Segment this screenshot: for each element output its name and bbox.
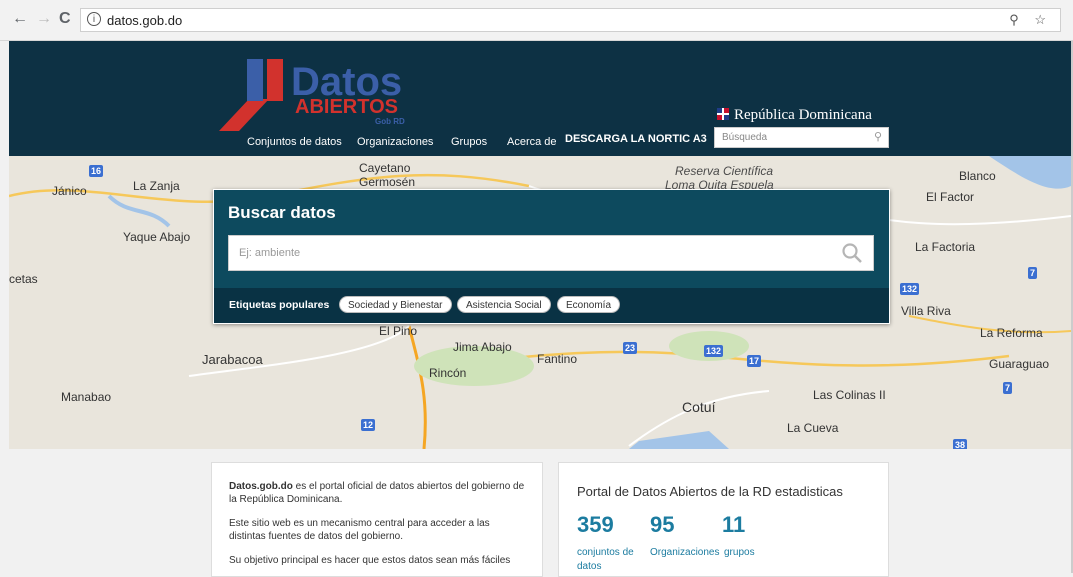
logo-blue-bar — [247, 59, 263, 101]
search-panel-title: Buscar datos — [228, 203, 336, 222]
flag-icon — [717, 108, 729, 120]
map-label: Blanco — [959, 169, 996, 183]
header-search-placeholder: Búsqueda — [722, 132, 768, 143]
logo-gobrd-text: Gob RD — [375, 117, 405, 126]
republica-dominicana-brand[interactable]: República Dominicana — [717, 107, 872, 124]
reload-button[interactable]: C — [59, 10, 71, 28]
highway-shield: 17 — [747, 355, 762, 367]
stat-orgs-label[interactable]: Organizaciones — [650, 546, 719, 560]
tag-economia[interactable]: Economía — [557, 296, 621, 313]
stat-orgs-value[interactable]: 95 — [650, 512, 674, 538]
map-label: Fantino — [537, 352, 578, 366]
site-header: Datos ABIERTOS Gob RD Conjuntos de datos… — [9, 41, 1071, 156]
nav-conjuntos[interactable]: Conjuntos de datos — [247, 136, 342, 148]
highway-shield: 38 — [953, 439, 968, 449]
stat-groups-value[interactable]: 11 — [722, 512, 745, 538]
map-label: El Factor — [926, 190, 975, 204]
search-panel: Buscar datos Ej: ambiente Etiquetas popu… — [213, 189, 890, 324]
highway-shield: 7 — [1028, 267, 1038, 279]
about-strong[interactable]: Datos.gob.do — [229, 481, 293, 492]
about-card: Datos.gob.do es el portal oficial de dat… — [211, 462, 543, 577]
logo-red-shape — [219, 99, 269, 131]
dataset-search-placeholder: Ej: ambiente — [239, 247, 301, 259]
map-label: Jima Abajo — [453, 340, 512, 354]
back-button[interactable]: ← — [12, 10, 28, 28]
popular-tags-bar: Etiquetas populares Sociedad y Bienestar… — [214, 288, 889, 323]
map-label: Guaraguao — [989, 357, 1050, 371]
logo-red-bar — [267, 59, 283, 101]
map-label: Cotuí — [682, 399, 716, 415]
about-paragraph-2: Este sitio web es un mecanismo central p… — [229, 518, 490, 542]
nav-acerca[interactable]: Acerca de — [507, 136, 557, 148]
about-paragraph-3: Su objetivo principal es hacer que estos… — [229, 555, 511, 566]
stats-card: Portal de Datos Abiertos de la RD estadi… — [558, 462, 889, 577]
stat-groups-label[interactable]: grupos — [724, 546, 755, 560]
map-label: Jánico — [52, 184, 87, 198]
stat-datasets-value[interactable]: 359 — [577, 512, 614, 538]
zoom-star-icons[interactable]: ⚲ ☆ — [1009, 12, 1052, 28]
forward-button[interactable]: → — [36, 10, 52, 28]
map-label: La Zanja — [133, 179, 180, 193]
map-label: Manabao — [61, 390, 112, 404]
search-icon[interactable]: ⚲ — [874, 130, 882, 143]
republica-text: República Dominicana — [734, 107, 872, 123]
map-label: Yaque Abajo — [123, 230, 191, 244]
map-label: La Reforma — [980, 326, 1043, 340]
address-url[interactable]: datos.gob.do — [107, 13, 182, 28]
nortic-link[interactable]: DESCARGA LA NORTIC A3 — [565, 133, 707, 145]
logo-abiertos-text: ABIERTOS — [295, 96, 398, 118]
tag-asistencia[interactable]: Asistencia Social — [457, 296, 551, 313]
map-label: Rincón — [429, 366, 467, 380]
tag-sociedad[interactable]: Sociedad y Bienestar — [339, 296, 452, 313]
highway-shield: 12 — [361, 419, 376, 431]
address-bar[interactable]: i datos.gob.do ⚲ ☆ — [80, 8, 1061, 32]
nav-grupos[interactable]: Grupos — [451, 136, 487, 148]
browser-toolbar: ← → C i datos.gob.do ⚲ ☆ — [0, 0, 1073, 41]
about-paragraph-1: Datos.gob.do es el portal oficial de dat… — [229, 480, 529, 506]
highway-shield: 23 — [623, 342, 638, 354]
map-label: El Pino — [379, 324, 418, 338]
stats-title: Portal de Datos Abiertos de la RD estadi… — [577, 484, 843, 499]
map-label: La Cueva — [787, 421, 839, 435]
header-search-input[interactable]: Búsqueda ⚲ — [714, 127, 889, 148]
highway-shield: 132 — [704, 345, 724, 357]
map-label: Villa Riva — [901, 304, 951, 318]
map-label: Reserva Científica — [675, 164, 774, 178]
search-icon[interactable] — [841, 242, 863, 264]
map-label: Germosén — [359, 175, 416, 189]
map-label: cetas — [9, 272, 38, 286]
map-label: Jarabacoa — [202, 352, 263, 367]
highway-shield: 132 — [900, 283, 920, 295]
highway-shield: 7 — [1003, 382, 1013, 394]
stat-datasets-label[interactable]: conjuntos de datos — [577, 546, 642, 574]
popular-tags-label: Etiquetas populares — [229, 299, 330, 311]
nav-organizaciones[interactable]: Organizaciones — [357, 136, 433, 148]
map-label: Cayetano — [359, 161, 411, 175]
map-label: La Factoria — [915, 240, 976, 254]
map-label: Las Colinas II — [813, 388, 886, 402]
info-icon[interactable]: i — [87, 12, 101, 26]
dataset-search-input[interactable]: Ej: ambiente — [228, 235, 874, 271]
datos-abiertos-logo[interactable]: Datos ABIERTOS Gob RD — [209, 51, 419, 131]
highway-shield: 16 — [89, 165, 104, 177]
